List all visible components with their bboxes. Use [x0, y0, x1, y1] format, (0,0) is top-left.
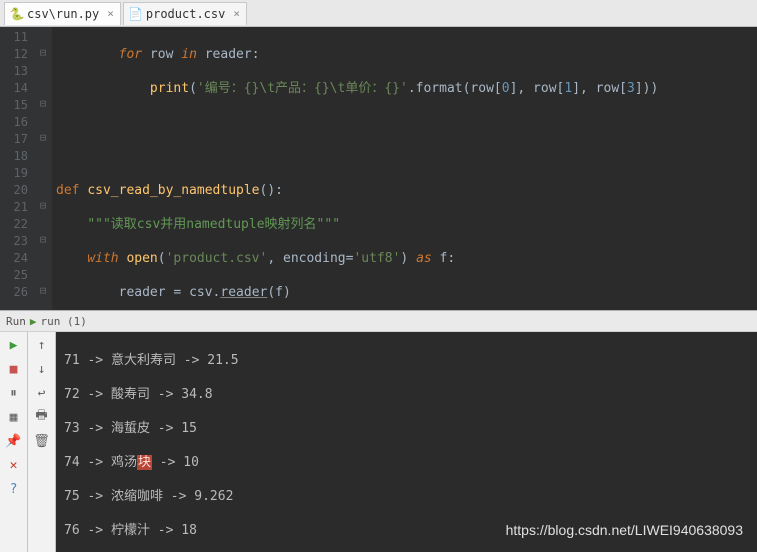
wrap-button[interactable]: ↩	[33, 384, 51, 402]
csv-file-icon: 📄	[130, 8, 142, 20]
pause-button[interactable]: ⏸	[5, 384, 23, 402]
code-editor[interactable]: 11 12 13 14 15 16 17 18 19 20 21 22 23 2…	[0, 27, 757, 310]
console-line: 73 -> 海蜇皮 -> 15	[64, 420, 749, 437]
tab-label: csv\run.py	[27, 7, 99, 21]
close-icon[interactable]: ×	[107, 7, 114, 20]
close-icon[interactable]: ×	[233, 7, 240, 20]
close-button[interactable]: ✕	[5, 456, 23, 474]
tab-product-csv[interactable]: 📄 product.csv ×	[123, 2, 247, 25]
up-arrow-icon[interactable]: ↑	[33, 336, 51, 354]
editor-tabs: 🐍 csv\run.py × 📄 product.csv ×	[0, 0, 757, 27]
run-toolbar-primary: ▶ ■ ⏸ ▦ 📌 ✕ ?	[0, 332, 28, 552]
console-line: 74 -> 鸡汤块 -> 10	[64, 454, 749, 471]
tab-run-py[interactable]: 🐍 csv\run.py ×	[4, 2, 121, 25]
run-config-icon: ▶	[30, 315, 37, 328]
console-output[interactable]: 71 -> 意大利寿司 -> 21.5 72 -> 酸寿司 -> 34.8 73…	[56, 332, 757, 552]
run-panel: ▶ ■ ⏸ ▦ 📌 ✕ ? ↑ ↓ ↩ 🖶 🗑 71 -> 意大利寿司 -> 2…	[0, 332, 757, 552]
python-file-icon: 🐍	[11, 8, 23, 20]
trash-icon[interactable]: 🗑	[33, 432, 51, 450]
run-panel-header: Run ▶ run (1)	[0, 310, 757, 332]
console-line: 75 -> 浓缩咖啡 -> 9.262	[64, 488, 749, 505]
watermark: https://blog.csdn.net/LIWEI940638093	[506, 522, 743, 538]
layout-button[interactable]: ▦	[5, 408, 23, 426]
down-arrow-icon[interactable]: ↓	[33, 360, 51, 378]
line-numbers: 11 12 13 14 15 16 17 18 19 20 21 22 23 2…	[0, 27, 34, 310]
run-panel-label: Run	[6, 315, 26, 328]
pin-button[interactable]: 📌	[5, 432, 23, 450]
stop-button[interactable]: ■	[5, 360, 23, 378]
fold-gutter[interactable]: ⊟ ⊟ ⊟ ⊟ ⊟ ⊟	[34, 27, 52, 310]
print-button[interactable]: 🖶	[33, 408, 51, 426]
help-button[interactable]: ?	[5, 480, 23, 498]
console-line: 72 -> 酸寿司 -> 34.8	[64, 386, 749, 403]
tab-label: product.csv	[146, 7, 225, 21]
run-config-name: run (1)	[41, 315, 87, 328]
rerun-button[interactable]: ▶	[5, 336, 23, 354]
code-content[interactable]: for row in reader: print('编号：{}\t产品：{}\t…	[52, 27, 757, 310]
console-line: 71 -> 意大利寿司 -> 21.5	[64, 352, 749, 369]
run-toolbar-secondary: ↑ ↓ ↩ 🖶 🗑	[28, 332, 56, 552]
